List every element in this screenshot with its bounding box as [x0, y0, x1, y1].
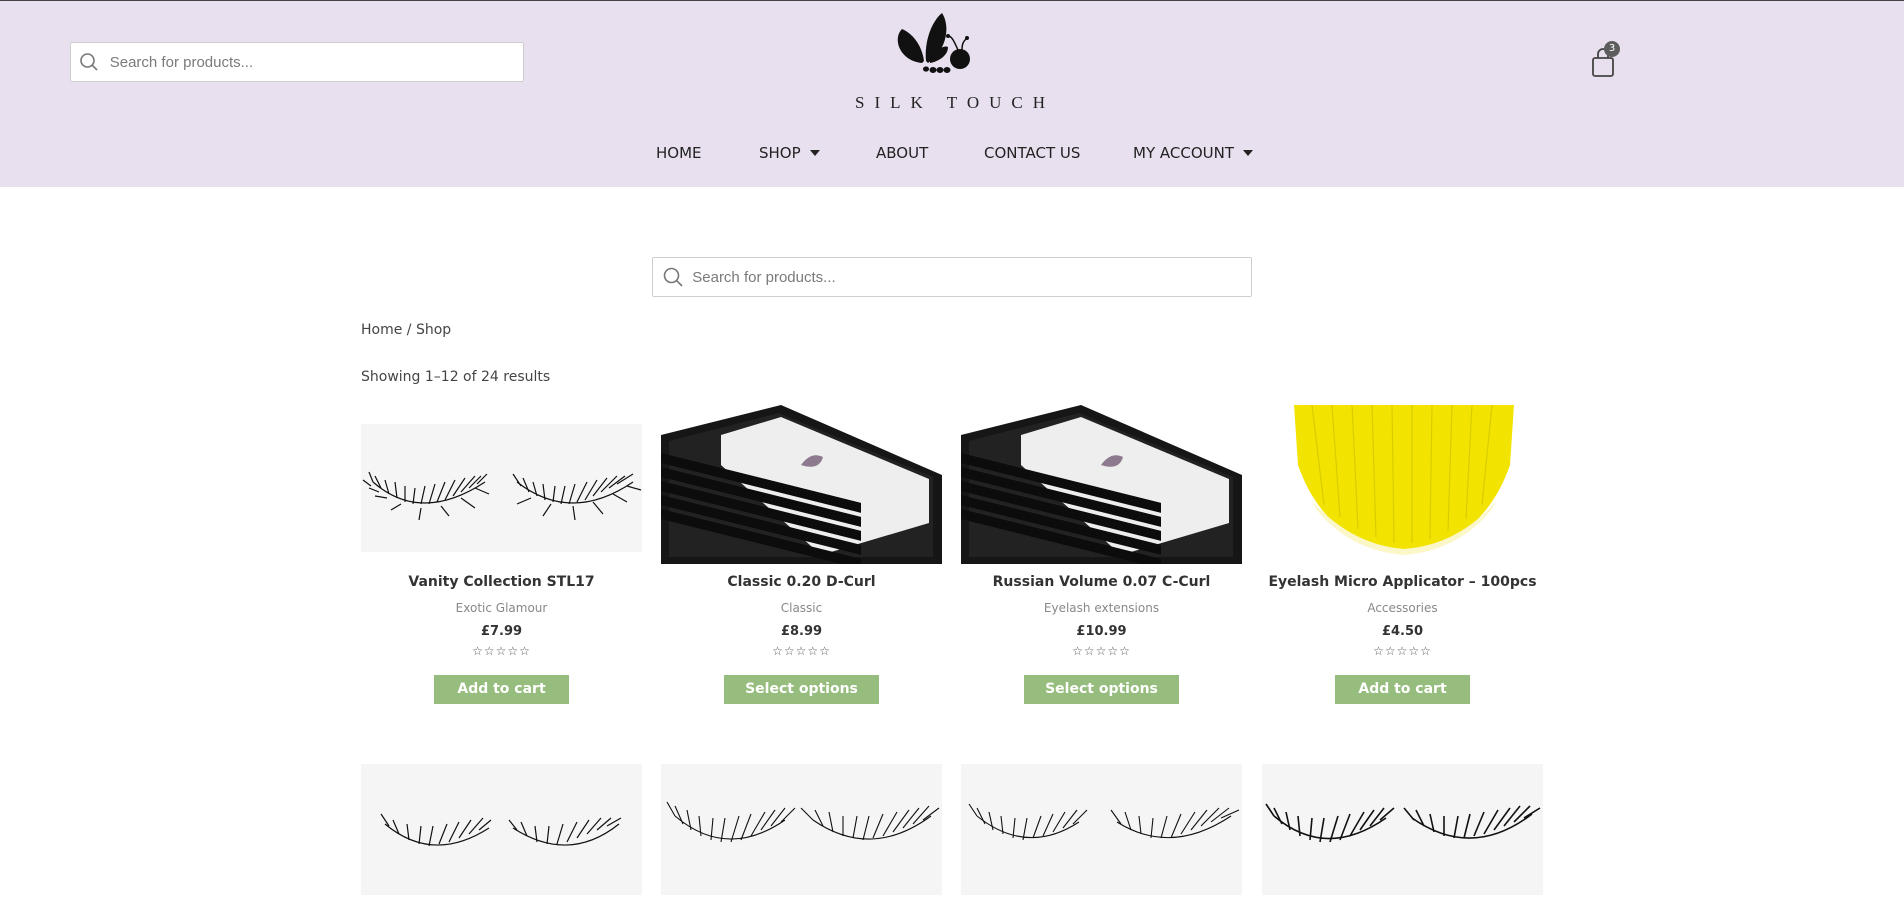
product-price: £10.99	[1076, 624, 1127, 639]
site-logo[interactable]: SILK TOUCH	[850, 9, 1060, 114]
product-title[interactable]: Russian Volume 0.07 C-Curl	[961, 574, 1242, 590]
nav-item-about[interactable]: ABOUT	[876, 144, 928, 162]
strip-lashes-icon	[661, 764, 942, 895]
product-image[interactable]	[361, 764, 642, 895]
star-rating: ☆☆☆☆☆	[472, 644, 531, 658]
product-image[interactable]	[1282, 405, 1525, 555]
strip-lashes-icon	[361, 424, 642, 552]
strip-lashes-icon	[1262, 764, 1543, 895]
nav-item-label: MY ACCOUNT	[1133, 144, 1234, 162]
nav-item-label: HOME	[656, 144, 702, 162]
product-image[interactable]	[661, 764, 942, 895]
product-image[interactable]	[961, 764, 1242, 895]
breadcrumb-current: Shop	[415, 322, 452, 338]
add-to-cart-button[interactable]: Add to cart	[434, 675, 569, 704]
product-image[interactable]	[361, 424, 642, 552]
search-icon[interactable]	[653, 258, 692, 296]
butterfly-logo-icon	[897, 13, 970, 73]
product-title[interactable]: Eyelash Micro Applicator – 100pcs	[1262, 574, 1543, 590]
lash-tray-icon	[961, 405, 1242, 564]
lash-tray-icon	[661, 405, 942, 564]
yellow-applicators-icon	[1282, 405, 1525, 555]
select-options-button[interactable]: Select options	[724, 675, 879, 704]
logo-text: SILK TOUCH	[855, 93, 1055, 112]
nav-item-home[interactable]: HOME	[656, 144, 702, 162]
result-count: Showing 1–12 of 24 results	[361, 369, 551, 385]
caret-down-icon[interactable]	[1243, 150, 1253, 156]
nav-item-label: CONTACT US	[984, 144, 1081, 162]
product-title[interactable]: Classic 0.20 D-Curl	[661, 574, 942, 590]
caret-down-icon[interactable]	[809, 150, 820, 156]
shop-search-input[interactable]	[692, 258, 1251, 296]
product-image[interactable]	[961, 405, 1242, 564]
star-rating: ☆☆☆☆☆	[1373, 644, 1432, 658]
shop-search-box[interactable]	[652, 257, 1252, 297]
product-price: £4.50	[1381, 624, 1424, 639]
nav-item-label: SHOP	[759, 144, 801, 162]
product-price: £7.99	[480, 624, 523, 639]
product-image[interactable]	[661, 405, 942, 564]
cart-count-badge: 3	[1604, 41, 1620, 57]
nav-item-contact-us[interactable]: CONTACT US	[984, 144, 1080, 162]
product-image[interactable]	[1262, 764, 1543, 895]
nav-item-my-account[interactable]: MY ACCOUNT	[1133, 144, 1253, 162]
header-search-input[interactable]	[107, 43, 523, 81]
strip-lashes-icon	[961, 764, 1242, 895]
breadcrumb: Home / Shop	[361, 322, 451, 338]
star-rating: ☆☆☆☆☆	[1072, 644, 1131, 658]
star-rating: ☆☆☆☆☆	[772, 644, 831, 658]
breadcrumb-separator: /	[402, 322, 416, 338]
add-to-cart-button[interactable]: Add to cart	[1335, 675, 1470, 704]
nav-item-label: ABOUT	[876, 144, 929, 162]
header-search-box[interactable]	[70, 42, 524, 82]
product-category: Exotic Glamour	[455, 601, 548, 615]
product-category: Eyelash extensions	[1043, 601, 1160, 615]
product-title[interactable]: Vanity Collection STL17	[361, 574, 642, 590]
nav-item-shop[interactable]: SHOP	[759, 144, 820, 162]
product-category: Classic	[780, 601, 823, 615]
main-navigation: HOME SHOP ABOUT CONTACT US MY ACCOUNT	[0, 144, 1904, 166]
product-category: Accessories	[1367, 601, 1438, 615]
product-price: £8.99	[780, 624, 823, 639]
site-header: SILK TOUCH 3 HOME SHOP ABOUT CONTACT US …	[0, 0, 1904, 187]
search-icon[interactable]	[71, 43, 108, 81]
strip-lashes-icon	[361, 764, 642, 895]
select-options-button[interactable]: Select options	[1024, 675, 1179, 704]
breadcrumb-home-link[interactable]: Home	[361, 322, 402, 338]
